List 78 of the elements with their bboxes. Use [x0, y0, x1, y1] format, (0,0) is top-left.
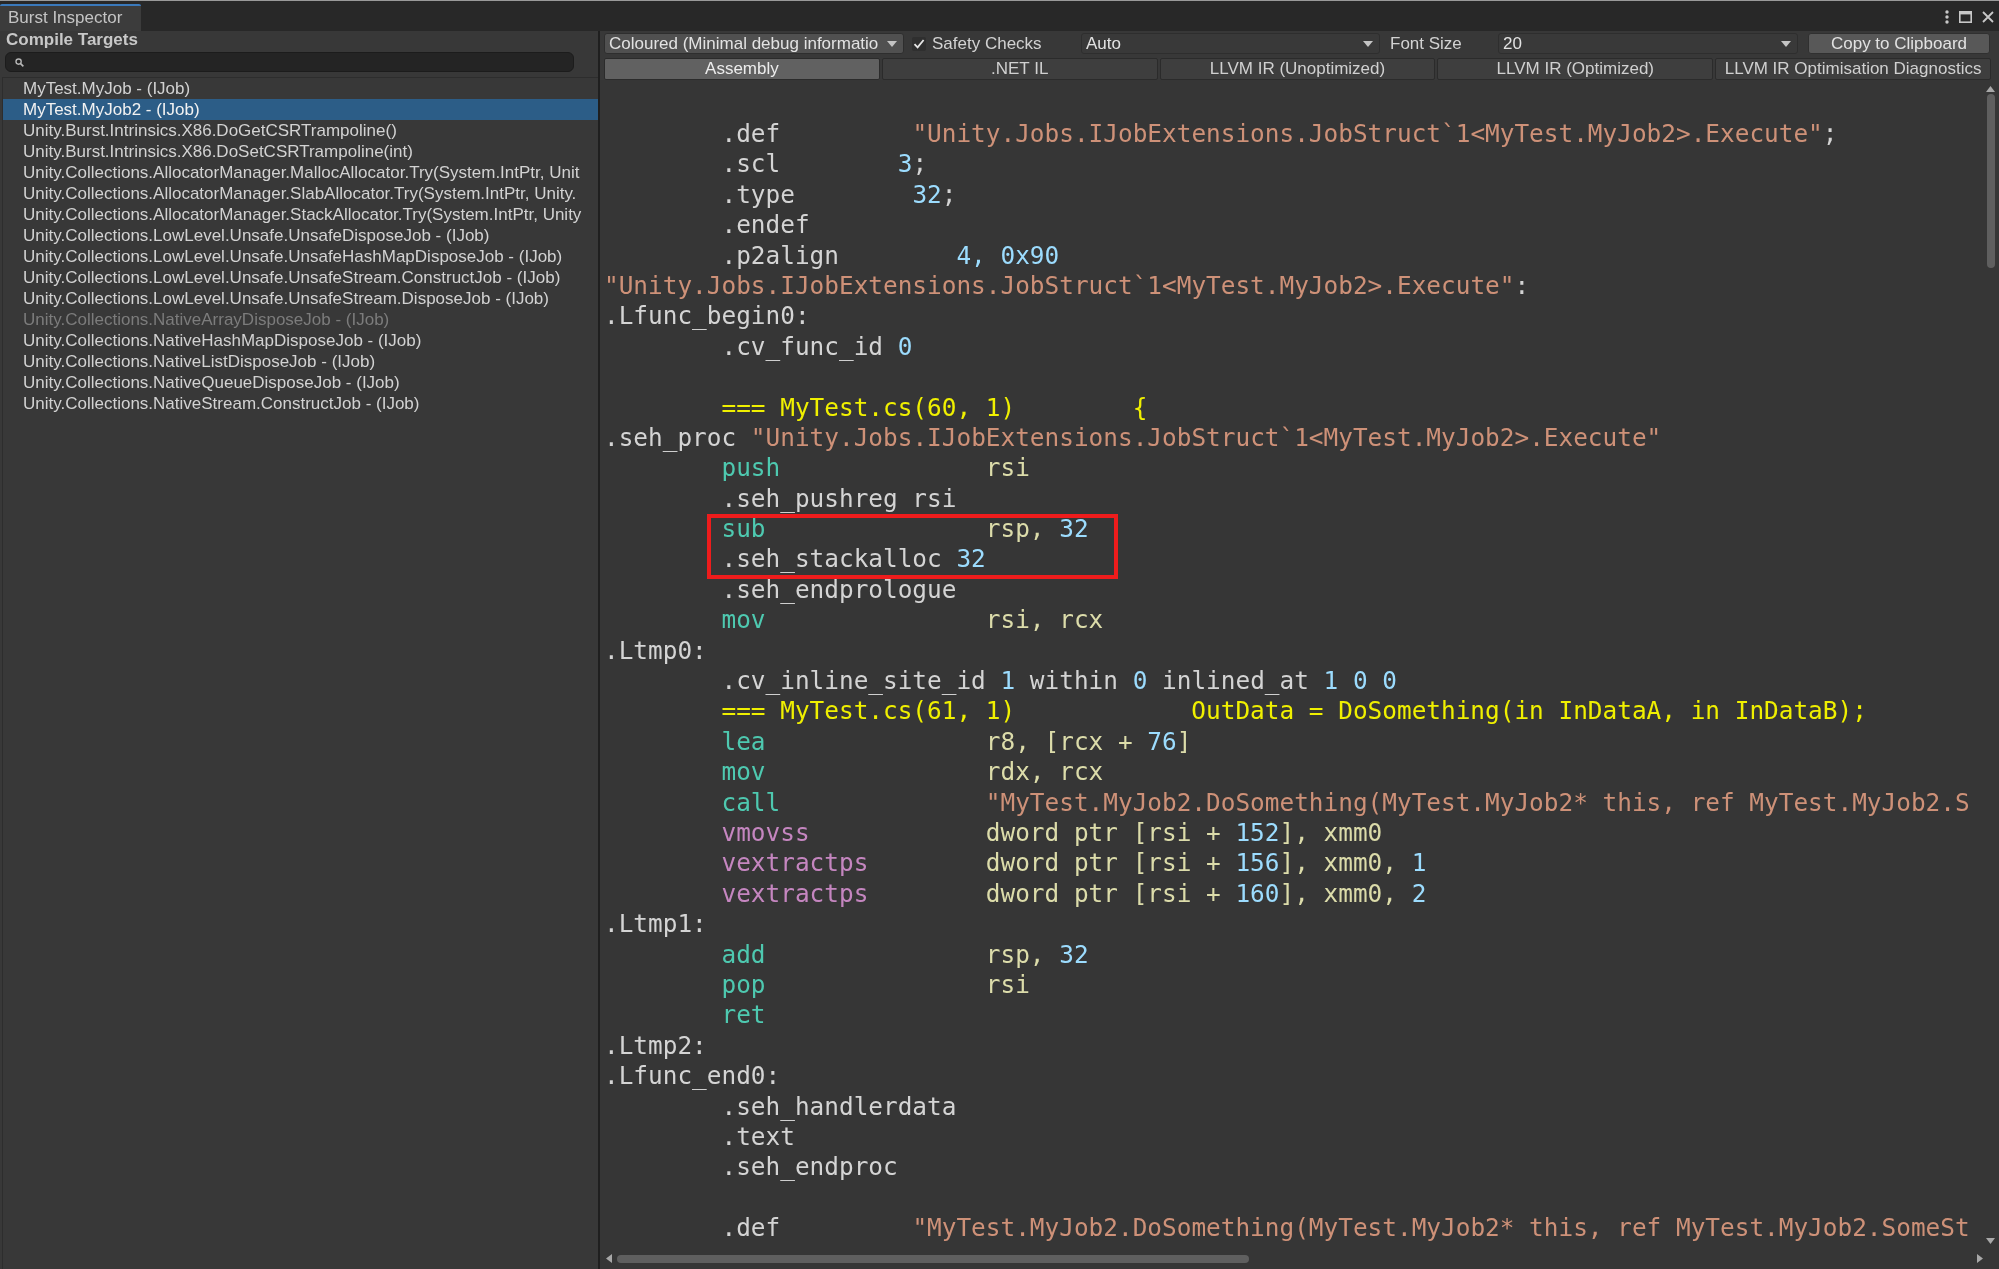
code-line: lea r8, [rcx + 76] — [721, 726, 1192, 758]
checkbox[interactable] — [912, 36, 926, 51]
code-line: .endef — [721, 210, 810, 241]
target-dropdown[interactable]: Auto — [1081, 33, 1380, 54]
copy-to-clipboard-button[interactable]: Copy to Clipboard — [1808, 33, 1990, 54]
scrollbar-thumb[interactable] — [617, 1254, 1249, 1263]
code-line: === MyTest.cs(60, 1) { — [721, 392, 1148, 423]
caret-icon — [887, 40, 897, 47]
code-line: vmovss dword ptr [rsi + 152], xmm0 — [721, 818, 1383, 849]
code-line: .seh_stackalloc 32 — [721, 544, 986, 575]
sidebar-item[interactable]: Unity.Collections.LowLevel.Unsafe.UnsafeStream.DisposeJob - (IJob) — [3, 288, 598, 309]
close-icon[interactable] — [1982, 11, 1994, 23]
sidebar-item[interactable]: Unity.Collections.AllocatorManager.StackAllocator.Try(System.IntPtr, Unity — [3, 204, 598, 225]
code-line: vextractps dword ptr [rsi + 156], xmm0, 1 — [721, 848, 1427, 879]
sidebar-item[interactable]: Unity.Collections.NativeQueueDisposeJob - (IJob) — [3, 372, 598, 393]
scroll-down-arrow-icon[interactable] — [1986, 1238, 1995, 1244]
sidebar-item[interactable]: Unity.Burst.Intrinsics.X86.DoGetCSRTrampoline() — [3, 120, 598, 141]
code-line: .cv_inline_site_id 1 within 0 inlined_at 1 0 0 — [721, 666, 1397, 697]
sidebar-item[interactable]: Unity.Collections.AllocatorManager.SlabAllocator.Try(System.IntPtr, Unity. — [3, 183, 598, 204]
code-line: ret — [721, 1000, 767, 1031]
code-line: .type 32; — [721, 179, 957, 211]
code-line: mov rsi, rcx — [721, 605, 1104, 636]
code-line: .Lfunc_end0: — [604, 1061, 781, 1092]
code-line: .text — [721, 1121, 795, 1153]
code-line: "Unity.Jobs.IJobExtensions.JobStruct`1<MyTest.MyJob2>.Execute": — [604, 270, 1530, 302]
code-line: .seh_proc "Unity.Jobs.IJobExtensions.JobStruct`1<MyTest.MyJob2>.Execute" — [604, 422, 1662, 454]
sidebar-item[interactable]: Unity.Collections.LowLevel.Unsafe.UnsafeDisposeJob - (IJob) — [3, 225, 598, 246]
code-line: === MyTest.cs(61, 1) OutData = DoSomething(in InDataA, in InDataB); — [721, 696, 1867, 727]
code-line: sub rsp, 32 — [721, 514, 1089, 545]
view-tab[interactable]: LLVM IR Optimisation Diagnostics — [1715, 58, 1991, 80]
maximize-icon[interactable] — [1959, 11, 1972, 23]
code-line: .def "MyTest.MyJob2.DoSomething(MyTest.MyJob2* this, ref MyTest.MyJob2.SomeSt — [721, 1213, 1970, 1244]
sidebar-item[interactable]: Unity.Burst.Intrinsics.X86.DoSetCSRTrampoline(int) — [3, 141, 598, 162]
output-mode-dropdown[interactable]: Coloured (Minimal debug informatio — [604, 33, 904, 54]
more-options-icon[interactable] — [1945, 10, 1949, 24]
code-line: .cv_func_id 0 — [721, 331, 913, 363]
view-tab[interactable]: Assembly — [604, 58, 880, 80]
code-line: mov rdx, rcx — [721, 757, 1104, 788]
scroll-right-arrow-icon[interactable] — [1977, 1254, 1983, 1263]
code-line: .scl 3; — [721, 149, 928, 180]
code-line: .seh_pushreg rsi — [721, 483, 957, 515]
code-line: .Ltmp1: — [604, 909, 707, 940]
code-line: add rsp, 32 — [721, 939, 1089, 970]
view-tab[interactable]: LLVM IR (Unoptimized) — [1159, 58, 1436, 80]
sidebar-item[interactable]: Unity.Collections.LowLevel.Unsafe.UnsafeStream.ConstructJob - (IJob) — [3, 267, 598, 288]
search-icon — [15, 57, 24, 67]
sidebar-item[interactable]: Unity.Collections.NativeHashMapDisposeJob - (IJob) — [3, 330, 598, 351]
code-line: .Ltmp0: — [604, 635, 707, 667]
sidebar-item[interactable]: MyTest.MyJob - (IJob) — [3, 78, 598, 99]
search-field[interactable] — [5, 52, 574, 72]
sidebar-item[interactable]: Unity.Collections.LowLevel.Unsafe.UnsafeHashMapDisposeJob - (IJob) — [3, 246, 598, 267]
code-line: .seh_handlerdata — [721, 1091, 957, 1122]
code-line: .Lfunc_begin0: — [604, 301, 810, 332]
code-line: .p2align 4, 0x90 — [721, 240, 1060, 271]
font-size-dropdown[interactable]: 20 — [1498, 33, 1798, 54]
checkbox-label: Safety Checks — [932, 33, 1042, 54]
scrollbar-thumb[interactable] — [1986, 94, 1995, 268]
caret-icon — [1363, 40, 1373, 47]
code-line: .seh_endproc — [721, 1152, 898, 1183]
scroll-up-arrow-icon[interactable] — [1986, 86, 1995, 92]
scroll-left-arrow-icon[interactable] — [606, 1254, 612, 1263]
font-size-label: Font Size — [1390, 33, 1463, 54]
view-tab[interactable]: .NET IL — [881, 58, 1158, 80]
code-line: .seh_endprologue — [721, 574, 957, 606]
section-title: Compile Targets — [6, 31, 138, 49]
code-line: call "MyTest.MyJob2.DoSomething(MyTest.MyJob2* this, ref MyTest.MyJob2.S — [721, 787, 1970, 818]
caret-icon — [1781, 40, 1791, 47]
code-line: .Ltmp2: — [604, 1030, 707, 1062]
window-tab[interactable]: Burst Inspector — [0, 4, 141, 31]
code-line: push rsi — [721, 453, 1030, 484]
sidebar-item[interactable]: Unity.Collections.NativeStream.ConstructJob - (IJob) — [3, 393, 598, 414]
view-tab[interactable]: LLVM IR (Optimized) — [1437, 58, 1714, 80]
code-line: .def "Unity.Jobs.IJobExtensions.JobStruct`1<MyTest.MyJob2>.Execute"; — [721, 119, 1838, 150]
code-line: vextractps dword ptr [rsi + 160], xmm0, 2 — [721, 878, 1427, 910]
sidebar-item[interactable]: Unity.Collections.NativeListDisposeJob - (IJob) — [3, 351, 598, 372]
sidebar-item[interactable]: MyTest.MyJob2 - (IJob) — [3, 99, 598, 120]
sidebar-item[interactable]: Unity.Collections.AllocatorManager.MallocAllocator.Try(System.IntPtr, Unit — [3, 162, 598, 183]
code-line: pop rsi — [721, 969, 1030, 1001]
